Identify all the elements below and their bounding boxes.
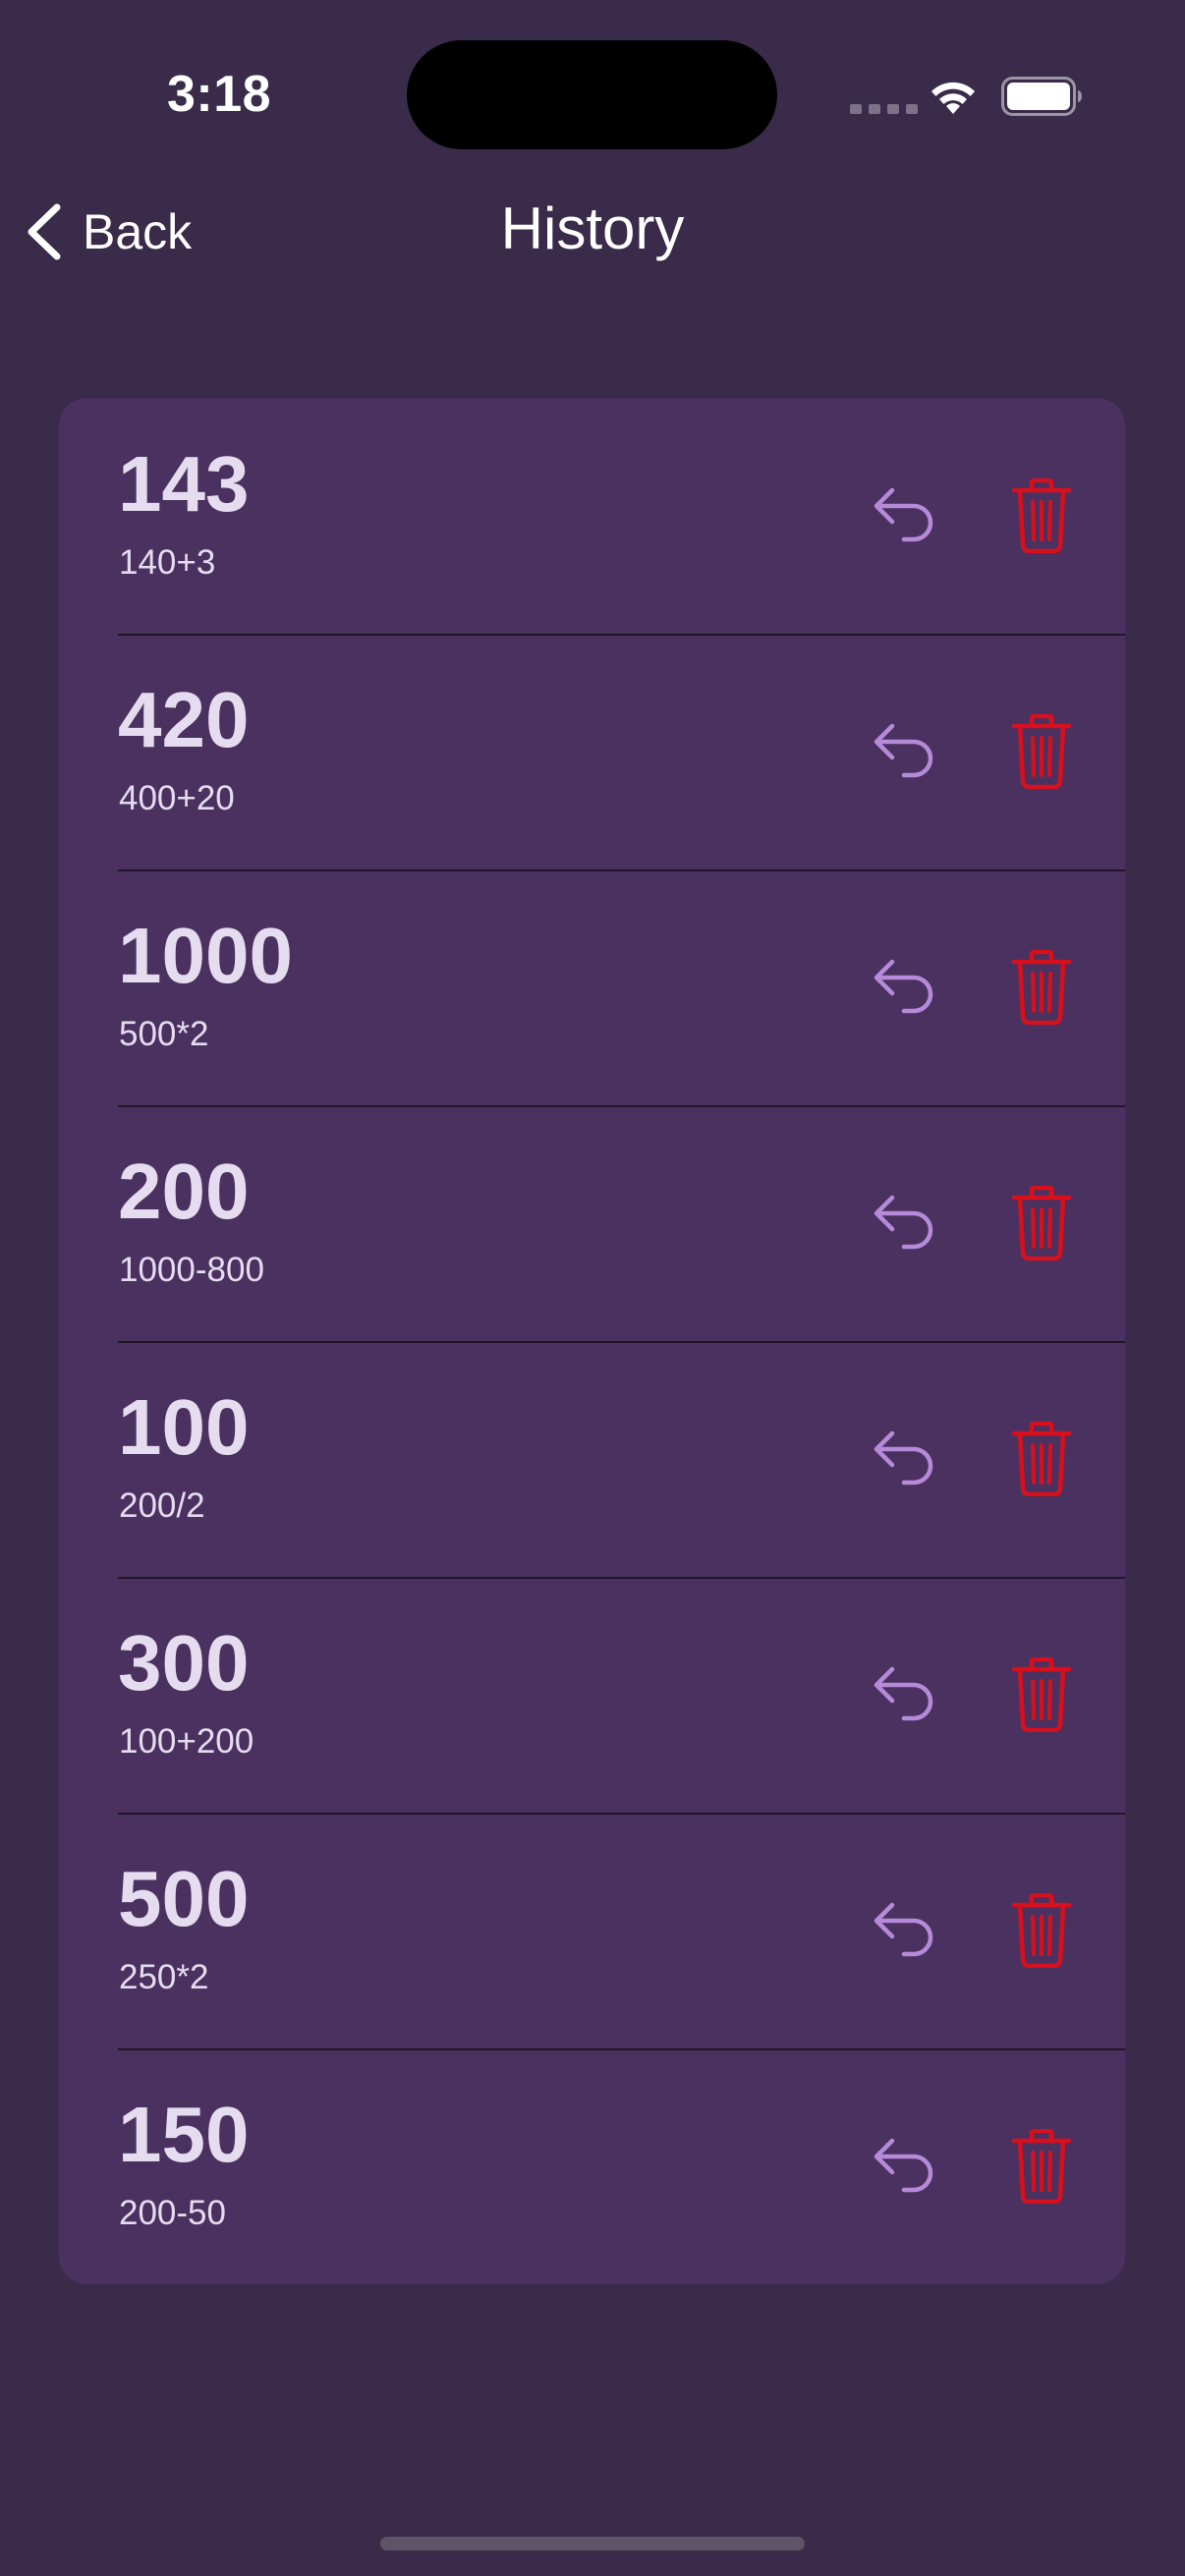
page-title: History (500, 196, 685, 261)
history-result: 200 (118, 1148, 250, 1235)
trash-icon (1011, 478, 1072, 553)
restore-button[interactable] (855, 2117, 953, 2215)
history-result: 100 (118, 1383, 250, 1471)
undo-arrow-icon (874, 1195, 933, 1250)
undo-arrow-icon (874, 723, 933, 778)
trash-icon (1011, 1893, 1072, 1968)
dynamic-island (407, 40, 777, 149)
restore-button[interactable] (855, 1410, 953, 1508)
trash-icon (1011, 1657, 1072, 1732)
home-indicator[interactable] (380, 2537, 805, 2550)
restore-button[interactable] (855, 702, 953, 801)
history-expression: 250*2 (119, 1958, 209, 1996)
history-expression: 200-50 (119, 2194, 226, 2232)
history-result: 143 (118, 440, 250, 528)
restore-button[interactable] (855, 938, 953, 1036)
restore-button[interactable] (855, 1646, 953, 1744)
delete-button[interactable] (992, 467, 1091, 565)
history-result: 420 (118, 676, 250, 763)
history-row[interactable]: 300 100+200 (59, 1577, 1125, 1813)
delete-button[interactable] (992, 2117, 1091, 2215)
history-expression: 140+3 (119, 543, 216, 582)
history-row[interactable]: 150 200-50 (59, 2048, 1125, 2284)
cellular-signal-icon (850, 104, 918, 114)
history-result: 150 (118, 2091, 250, 2178)
trash-icon (1011, 1186, 1072, 1260)
trash-icon (1011, 2129, 1072, 2204)
history-row[interactable]: 420 400+20 (59, 634, 1125, 869)
restore-button[interactable] (855, 1174, 953, 1272)
undo-arrow-icon (874, 487, 933, 542)
history-expression: 1000-800 (119, 1251, 264, 1289)
history-row[interactable]: 200 1000-800 (59, 1105, 1125, 1341)
delete-button[interactable] (992, 1646, 1091, 1744)
wifi-icon (931, 82, 975, 114)
history-expression: 200/2 (119, 1486, 205, 1525)
delete-button[interactable] (992, 1881, 1091, 1980)
undo-arrow-icon (874, 1430, 933, 1485)
delete-button[interactable] (992, 938, 1091, 1036)
undo-arrow-icon (874, 2138, 933, 2193)
restore-button[interactable] (855, 1881, 953, 1980)
trash-icon (1011, 714, 1072, 789)
delete-button[interactable] (992, 702, 1091, 801)
history-row[interactable]: 100 200/2 (59, 1341, 1125, 1577)
delete-button[interactable] (992, 1174, 1091, 1272)
undo-arrow-icon (874, 1902, 933, 1957)
history-list: 143 140+3 420 400+20 1000 500*2 200 1000… (59, 398, 1125, 2284)
battery-icon (1001, 77, 1082, 116)
history-expression: 100+200 (119, 1722, 254, 1761)
history-result: 500 (118, 1855, 250, 1942)
history-result: 1000 (118, 912, 293, 999)
history-expression: 400+20 (119, 779, 235, 817)
trash-icon (1011, 1422, 1072, 1496)
history-expression: 500*2 (119, 1015, 209, 1053)
restore-button[interactable] (855, 467, 953, 565)
history-result: 300 (118, 1619, 250, 1707)
undo-arrow-icon (874, 1666, 933, 1721)
history-row[interactable]: 143 140+3 (59, 398, 1125, 634)
undo-arrow-icon (874, 959, 933, 1014)
status-time: 3:18 (167, 66, 272, 123)
history-row[interactable]: 1000 500*2 (59, 869, 1125, 1105)
delete-button[interactable] (992, 1410, 1091, 1508)
history-row[interactable]: 500 250*2 (59, 1813, 1125, 2048)
trash-icon (1011, 950, 1072, 1025)
